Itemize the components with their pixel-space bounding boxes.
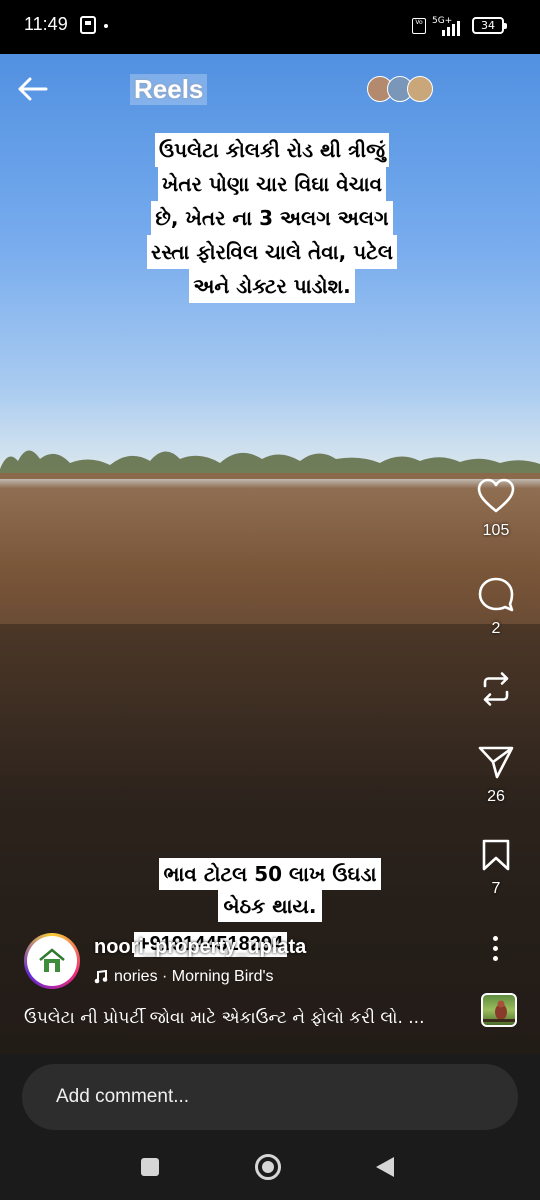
audio-thumbnail[interactable]: [481, 993, 517, 1027]
home-button[interactable]: [255, 1154, 281, 1180]
music-note-icon: [94, 970, 108, 984]
price-text: ભાવ ટોટલ 50 લાખ ઉઘડા બેઠક થાય.: [128, 858, 412, 922]
caption-line: છે, ખેતર ના 3 અલગ અલગ: [151, 201, 393, 235]
comment-count: 2: [491, 620, 501, 637]
post-description[interactable]: ઉપલેટા ની પ્રોપર્ટી જોવા માટે એકાઉન્ટ ને…: [24, 1008, 444, 1028]
price-line: ભાવ ટોટલ 50 લાખ ઉઘડા: [158, 858, 382, 890]
caption-line: અને ડોક્ટર પાડોશ.: [189, 269, 355, 303]
top-avatars: [367, 76, 433, 102]
comment-action[interactable]: 2: [466, 576, 526, 638]
remix-action[interactable]: [466, 670, 526, 708]
status-bar: 11:49 Vo 5G+ 34: [0, 0, 540, 54]
video-caption: ઉપલેટા કોલકી રોડ થી ત્રીજું ખેતર પોણા ચા…: [112, 133, 432, 303]
like-action[interactable]: 105: [466, 478, 526, 540]
avatar: [407, 76, 433, 102]
back-button[interactable]: [376, 1157, 394, 1177]
bird-thumbnail-icon: [483, 1000, 515, 1022]
back-arrow-icon[interactable]: [14, 74, 54, 104]
like-count: 105: [482, 522, 510, 539]
bottom-bar: Add comment...: [0, 1054, 540, 1200]
save-count: 7: [491, 880, 501, 897]
more-options-icon[interactable]: [493, 936, 499, 966]
repost-icon[interactable]: [477, 670, 515, 708]
audio-title: nories · Morning Bird's: [114, 968, 274, 985]
shadow-area: [0, 624, 540, 1054]
avatar[interactable]: [24, 933, 80, 989]
caption-line: ઉપલેટા કોલકી રોડ થી ત્રીજું: [154, 133, 389, 167]
share-count: 26: [487, 788, 505, 805]
house-logo-icon: [39, 948, 65, 972]
signal-icon: 5G+: [432, 16, 468, 36]
heart-icon[interactable]: [477, 478, 515, 514]
comment-icon[interactable]: [477, 576, 515, 612]
send-icon[interactable]: [477, 744, 515, 780]
comment-input[interactable]: Add comment...: [22, 1064, 518, 1130]
save-action[interactable]: 7: [466, 838, 526, 898]
caption-line: ખેતર પોણા ચાર વિઘા વેચાવ: [157, 167, 387, 201]
recents-button[interactable]: [141, 1158, 159, 1176]
mi-notification-icon: [80, 16, 96, 34]
share-action[interactable]: 26: [466, 744, 526, 806]
page-title: Reels: [130, 74, 208, 105]
username-link[interactable]: noori_property_uplata: [94, 936, 306, 959]
tree-line: [0, 450, 540, 479]
volte-icon: Vo: [412, 18, 426, 34]
bookmark-icon[interactable]: [481, 838, 511, 872]
audio-link[interactable]: nories · Morning Bird's: [94, 968, 274, 986]
status-time: 11:49: [24, 14, 68, 34]
avatar-inner: [27, 936, 77, 986]
battery-icon: 34: [472, 17, 507, 34]
caption-line: રસ્તા ફોરવિલ ચાલે તેવા, પટેલ: [147, 235, 397, 269]
price-line: બેઠક થાય.: [218, 890, 322, 922]
notification-dot-icon: [104, 24, 108, 28]
